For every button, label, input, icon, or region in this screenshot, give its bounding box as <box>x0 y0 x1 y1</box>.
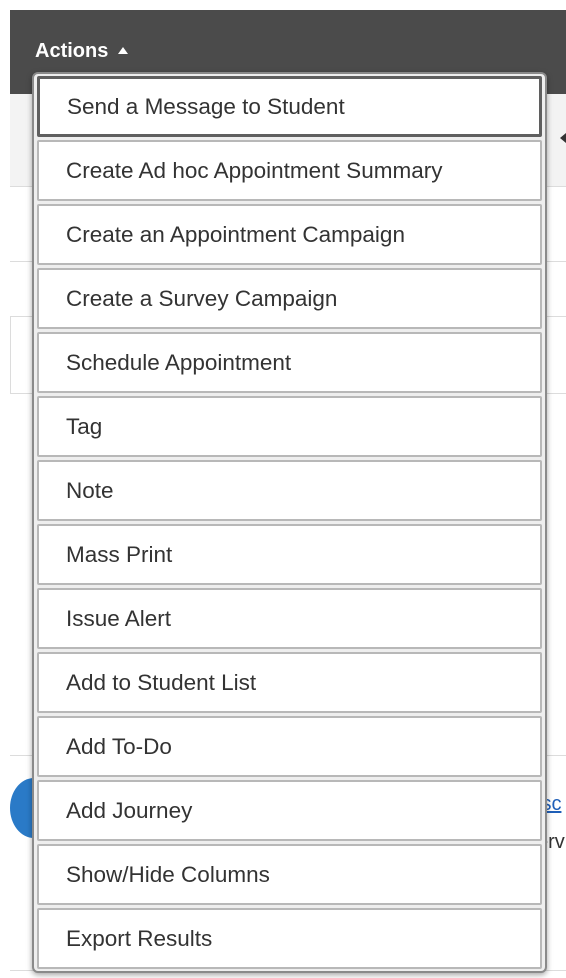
actions-dropdown-menu: Send a Message to Student Create Ad hoc … <box>32 72 547 973</box>
menu-item-export-results[interactable]: Export Results <box>37 908 542 969</box>
sort-arrow-icon[interactable] <box>560 133 566 143</box>
caret-up-icon <box>118 46 129 54</box>
menu-item-schedule-appointment[interactable]: Schedule Appointment <box>37 332 542 393</box>
top-strip <box>0 0 566 10</box>
menu-item-create-adhoc-appointment-summary[interactable]: Create Ad hoc Appointment Summary <box>37 140 542 201</box>
menu-item-tag[interactable]: Tag <box>37 396 542 457</box>
menu-item-add-todo[interactable]: Add To-Do <box>37 716 542 777</box>
page: Actions i isc erv Send a Message to Stud… <box>0 0 566 978</box>
actions-label: Actions <box>35 39 109 62</box>
menu-item-show-hide-columns[interactable]: Show/Hide Columns <box>37 844 542 905</box>
menu-item-create-survey-campaign[interactable]: Create a Survey Campaign <box>37 268 542 329</box>
actions-dropdown-button[interactable]: Actions <box>35 38 129 64</box>
menu-item-send-message[interactable]: Send a Message to Student <box>37 76 542 137</box>
menu-item-note[interactable]: Note <box>37 460 542 521</box>
menu-item-add-journey[interactable]: Add Journey <box>37 780 542 841</box>
menu-item-mass-print[interactable]: Mass Print <box>37 524 542 585</box>
menu-item-create-appointment-campaign[interactable]: Create an Appointment Campaign <box>37 204 542 265</box>
menu-item-issue-alert[interactable]: Issue Alert <box>37 588 542 649</box>
menu-item-add-to-student-list[interactable]: Add to Student List <box>37 652 542 713</box>
